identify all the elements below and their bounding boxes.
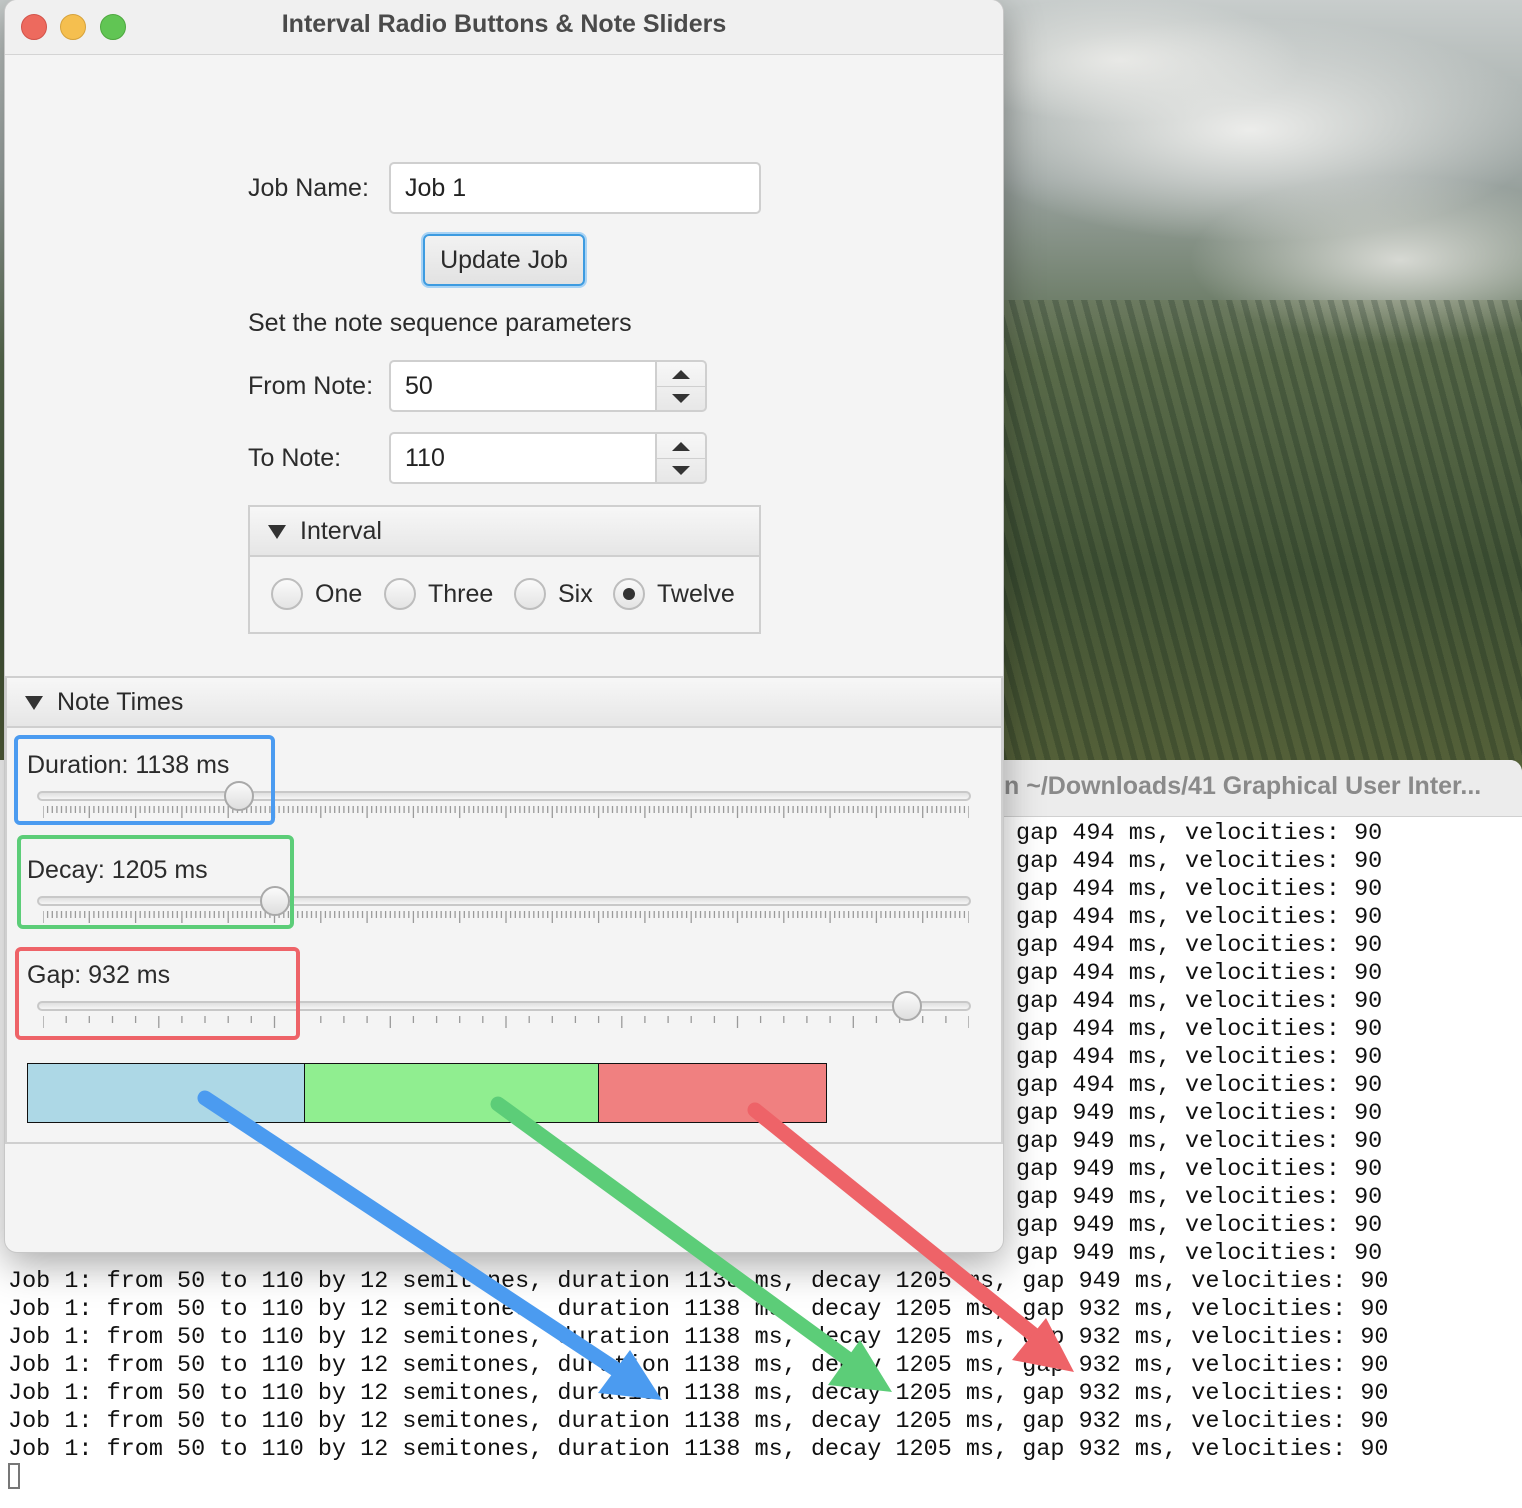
terminal-line: Job 1: from 50 to 110 by 12 semitones, d… bbox=[8, 1269, 1389, 1295]
terminal-line: gap 494 ms, velocities: 90 bbox=[1016, 961, 1383, 987]
decay-bar bbox=[304, 1063, 599, 1123]
terminal-line: gap 494 ms, velocities: 90 bbox=[1016, 821, 1383, 847]
interval-pane-header[interactable]: Interval bbox=[250, 507, 759, 557]
job-name-label: Job Name: bbox=[248, 174, 369, 202]
interval-pane-title: Interval bbox=[300, 517, 382, 545]
gap-bar bbox=[598, 1063, 827, 1123]
terminal-line: gap 949 ms, velocities: 90 bbox=[1016, 1157, 1383, 1183]
terminal-cursor bbox=[8, 1463, 20, 1489]
down-arrow-icon bbox=[672, 393, 690, 403]
to-note-decrement-button[interactable] bbox=[657, 458, 705, 482]
terminal-line: Job 1: from 50 to 110 by 12 semitones, d… bbox=[8, 1297, 1389, 1323]
down-arrow-icon bbox=[672, 465, 690, 475]
duration-bar bbox=[27, 1063, 305, 1123]
terminal-line: gap 494 ms, velocities: 90 bbox=[1016, 877, 1383, 903]
terminal-line: gap 494 ms, velocities: 90 bbox=[1016, 1017, 1383, 1043]
from-note-label: From Note: bbox=[248, 372, 374, 400]
decay-highlight-box bbox=[17, 835, 294, 929]
duration-highlight-box bbox=[14, 735, 275, 825]
note-times-pane-title: Note Times bbox=[57, 688, 184, 716]
terminal-line: Job 1: from 50 to 110 by 12 semitones, d… bbox=[8, 1409, 1389, 1435]
radio-three[interactable]: Three bbox=[384, 578, 493, 610]
terminal-line: Job 1: from 50 to 110 by 12 semitones, d… bbox=[8, 1353, 1389, 1379]
radio-one-circle[interactable] bbox=[271, 578, 303, 610]
app-titlebar[interactable]: Interval Radio Buttons & Note Sliders bbox=[5, 0, 1003, 55]
window-title: Interval Radio Buttons & Note Sliders bbox=[281, 10, 727, 38]
from-note-decrement-button[interactable] bbox=[657, 386, 705, 410]
expand-arrow-icon bbox=[268, 525, 286, 539]
to-note-increment-button[interactable] bbox=[657, 434, 705, 459]
terminal-line: Job 1: from 50 to 110 by 12 semitones, d… bbox=[8, 1437, 1389, 1463]
forest-image bbox=[1004, 300, 1522, 770]
terminal-line: gap 949 ms, velocities: 90 bbox=[1016, 1241, 1383, 1267]
terminal-line: gap 949 ms, velocities: 90 bbox=[1016, 1129, 1383, 1155]
radio-twelve[interactable]: Twelve bbox=[613, 578, 735, 610]
terminal-line: gap 494 ms, velocities: 90 bbox=[1016, 849, 1383, 875]
terminal-line: gap 494 ms, velocities: 90 bbox=[1016, 905, 1383, 931]
to-note-label: To Note: bbox=[248, 444, 342, 472]
terminal-line: gap 949 ms, velocities: 90 bbox=[1016, 1213, 1383, 1239]
app-window: Interval Radio Buttons & Note Sliders Jo… bbox=[5, 0, 1003, 1252]
from-note-spinner: 50 bbox=[389, 360, 707, 412]
up-arrow-icon bbox=[672, 369, 690, 379]
radio-one-label: One bbox=[315, 579, 363, 608]
radio-twelve-circle[interactable] bbox=[613, 578, 645, 610]
to-note-arrows bbox=[655, 432, 707, 484]
radio-six[interactable]: Six bbox=[514, 578, 593, 610]
gap-highlight-box bbox=[15, 947, 300, 1040]
up-arrow-icon bbox=[672, 441, 690, 451]
terminal-line: Job 1: from 50 to 110 by 12 semitones, d… bbox=[8, 1381, 1389, 1407]
radio-three-circle[interactable] bbox=[384, 578, 416, 610]
sequence-heading: Set the note sequence parameters bbox=[248, 309, 632, 337]
terminal-titlebar[interactable]: n ~/Downloads/41 Graphical User Inter... bbox=[1004, 760, 1522, 817]
terminal-title: n ~/Downloads/41 Graphical User Inter... bbox=[1004, 772, 1482, 800]
job-name-field[interactable]: Job 1 bbox=[389, 162, 761, 214]
from-note-field[interactable]: 50 bbox=[389, 360, 657, 412]
terminal-line: gap 494 ms, velocities: 90 bbox=[1016, 1073, 1383, 1099]
from-note-increment-button[interactable] bbox=[657, 362, 705, 387]
terminal-line: gap 949 ms, velocities: 90 bbox=[1016, 1101, 1383, 1127]
to-note-field[interactable]: 110 bbox=[389, 432, 657, 484]
terminal-line: gap 494 ms, velocities: 90 bbox=[1016, 933, 1383, 959]
radio-six-circle[interactable] bbox=[514, 578, 546, 610]
expand-arrow-icon bbox=[25, 696, 43, 710]
to-note-spinner: 110 bbox=[389, 432, 707, 484]
terminal-line: Job 1: from 50 to 110 by 12 semitones, d… bbox=[8, 1325, 1389, 1351]
radio-twelve-label: Twelve bbox=[657, 579, 735, 608]
radio-three-label: Three bbox=[428, 579, 494, 608]
interval-pane: Interval bbox=[248, 505, 761, 634]
terminal-line: gap 494 ms, velocities: 90 bbox=[1016, 1045, 1383, 1071]
radio-one[interactable]: One bbox=[271, 578, 362, 610]
terminal-line: gap 494 ms, velocities: 90 bbox=[1016, 989, 1383, 1015]
update-job-button[interactable]: Update Job bbox=[423, 234, 585, 286]
from-note-arrows bbox=[655, 360, 707, 412]
radio-six-label: Six bbox=[558, 579, 593, 608]
note-times-pane-header[interactable]: Note Times bbox=[7, 678, 1001, 728]
terminal-line: gap 949 ms, velocities: 90 bbox=[1016, 1185, 1383, 1211]
